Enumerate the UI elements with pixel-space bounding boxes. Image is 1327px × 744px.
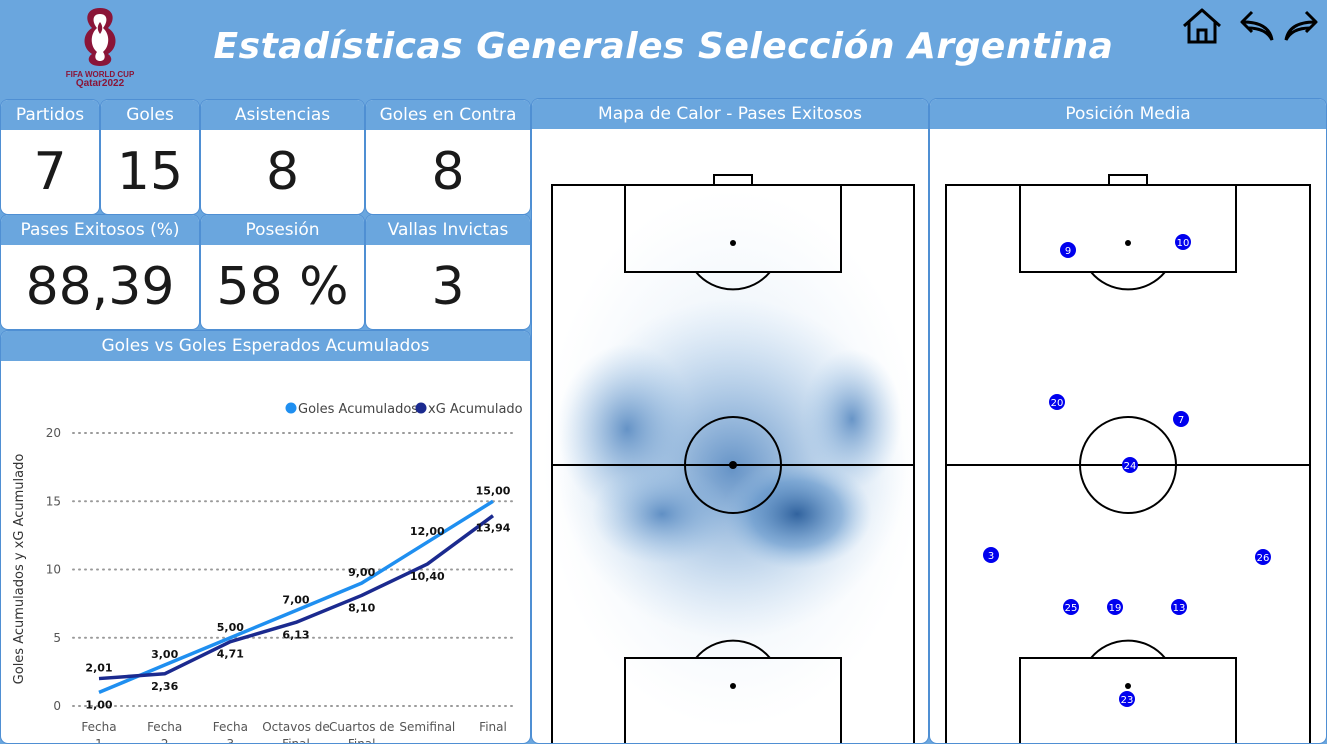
heatmap-title: Mapa de Calor - Pases Exitosos [532,99,928,129]
legend-label: xG Acumulado [428,402,523,417]
data-label: 15,00 [476,484,511,497]
home-icon [1183,8,1221,44]
player-number: 13 [1173,603,1186,614]
data-label: 4,71 [217,648,244,661]
player-number: 7 [1178,415,1184,426]
kpi-label: Vallas Invictas [366,215,530,245]
data-label: 12,00 [410,525,445,538]
player-marker[interactable]: 9 [1060,242,1076,258]
legend-swatch [285,402,297,414]
player-number: 23 [1121,695,1134,706]
player-number: 20 [1051,398,1064,409]
kpi-value: 7 [33,142,67,202]
player-marker[interactable]: 19 [1107,599,1123,615]
x-tick-label: Fecha 2 [147,720,182,744]
y-tick-label: 5 [53,631,61,645]
data-label: 9,00 [348,566,375,579]
legend-label: Goles Acumulados [298,402,418,417]
avg-position-panel: Posición Media 9 10 20 7 24 3 26 25 19 13 23 [929,98,1327,744]
avg-position-title: Posición Media [930,99,1326,129]
logo-line2: Qatar2022 [75,78,125,89]
forward-icon [1284,10,1318,41]
player-marker[interactable]: 26 [1255,549,1271,565]
heat-zone [592,464,732,564]
heat-zone [722,459,872,569]
data-label: 2,01 [85,662,112,675]
kpi-value: 3 [431,257,465,317]
goals-vs-xg-chart: Goles Acumulados xG Acumulado 0 5 10 15 20 Fech… [12,402,523,744]
kpi-label: Posesión [201,215,364,245]
y-tick-label: 0 [53,699,61,713]
data-label: 6,13 [282,628,309,641]
player-number: 24 [1124,461,1137,472]
avg-position-pitch: 9 10 20 7 24 3 26 25 19 13 23 [945,155,1311,743]
player-number: 9 [1065,246,1071,257]
kpi-value: 8 [265,142,300,202]
legend-swatch [415,402,427,414]
x-tick-label: Final [479,720,507,734]
kpi-value: 15 [116,142,184,202]
header-bar: FIFA WORLD CUP Qatar2022 Estadísticas Ge… [0,0,1327,98]
kpi-pases-exitosos: Pases Exitosos (%) 88,39 [0,214,200,330]
chart-legend: Goles Acumulados xG Acumulado [285,402,523,417]
back-button[interactable] [1238,6,1278,46]
player-marker[interactable]: 13 [1171,599,1187,615]
data-label: 1,00 [85,698,112,711]
kpi-value: 88,39 [25,257,175,317]
data-label: 2,36 [151,680,178,693]
x-tick-label: Cuartos de Final [329,720,394,744]
player-marker[interactable]: 24 [1122,457,1138,473]
data-label: 7,00 [282,593,309,606]
player-number: 25 [1065,603,1078,614]
player-marker[interactable]: 3 [983,547,999,563]
kpi-label: Asistencias [201,100,364,130]
goals-vs-xg-panel: Goles vs Goles Esperados Acumulados Gole… [0,330,531,744]
x-tick-label: Semifinal [399,720,455,734]
player-number: 3 [988,551,994,562]
home-button[interactable] [1180,6,1221,46]
player-marker[interactable]: 23 [1119,691,1135,707]
kpi-vallas-invictas: Vallas Invictas 3 [365,214,531,330]
back-icon [1240,10,1274,41]
x-tick-label: Fecha 3 [213,720,248,744]
heatmap-panel: Mapa de Calor - Pases Exitosos [531,98,929,744]
page-title: Estadísticas Generales Selección Argenti… [213,26,1114,67]
y-tick-label: 20 [46,426,61,440]
data-label: 8,10 [348,601,375,614]
data-label: 5,00 [217,621,244,634]
player-marker[interactable]: 10 [1175,234,1191,250]
kpi-posesion: Posesión 58 % [200,214,365,330]
kpi-label: Goles en Contra [366,100,530,130]
kpi-goles: Goles 15 [100,99,200,215]
x-tick-label: Octavos de Final [262,720,330,744]
kpi-value: 8 [431,142,465,202]
y-tick-label: 15 [46,494,61,508]
heatmap-pitch [542,155,922,743]
kpi-label: Pases Exitosos (%) [1,215,199,245]
player-marker[interactable]: 25 [1063,599,1079,615]
chart-title: Goles vs Goles Esperados Acumulados [1,331,530,361]
kpi-partidos: Partidos 7 [0,99,100,215]
kpi-label: Partidos [1,100,99,130]
forward-button[interactable] [1280,6,1320,46]
data-label: 10,40 [410,570,445,583]
kpi-asistencias: Asistencias 8 [200,99,365,215]
player-number: 26 [1257,553,1270,564]
kpi-value: 58 % [216,257,349,317]
player-marker[interactable]: 20 [1049,394,1065,410]
player-marker[interactable]: 7 [1173,411,1189,427]
data-label: 3,00 [151,648,178,661]
x-tick-label: Fecha 1 [81,720,116,744]
player-number: 10 [1177,238,1190,249]
y-axis-label: Goles Acumulados y xG Acumulado [12,454,27,685]
kpi-label: Goles [101,100,199,130]
y-tick-label: 10 [46,563,61,577]
player-number: 19 [1109,603,1122,614]
kpi-goles-en-contra: Goles en Contra 8 [365,99,531,215]
data-label: 13,94 [476,522,511,535]
